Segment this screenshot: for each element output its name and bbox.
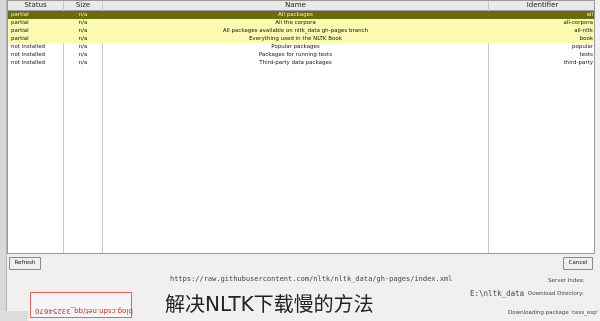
identifier-cell: third-party: [563, 60, 593, 66]
table-row[interactable]: not installed n/a Third-party data package…: [8, 59, 594, 67]
refresh-button[interactable]: Refresh: [9, 257, 41, 270]
status-cell: not installed: [11, 52, 46, 58]
size-cell: n/a: [78, 44, 88, 50]
download-directory-value[interactable]: E:\nltk_data: [470, 289, 524, 298]
size-cell: n/a: [78, 52, 88, 58]
identifier-cell: popular: [572, 44, 593, 50]
column-header-identifier[interactable]: Identifier: [489, 1, 594, 10]
cancel-button[interactable]: Cancel: [563, 257, 593, 270]
progress-status-text: Downloading package 'cess_esp': [508, 310, 599, 316]
name-cell: All packages available on nltk_data gh-p…: [222, 28, 369, 34]
identifier-cell: all-nltk: [574, 28, 593, 34]
watermark-box: blog.csdn.net/qq_33254670: [30, 292, 133, 318]
size-cell: n/a: [78, 36, 88, 42]
size-cell: n/a: [78, 12, 88, 18]
size-cell: n/a: [78, 20, 88, 26]
nltk-downloader-window: Status Size Name Identifier partial n/a Al…: [0, 0, 600, 321]
name-cell: All packages: [278, 12, 313, 18]
table-row[interactable]: not installed n/a Popular packages popular: [8, 43, 594, 51]
identifier-cell: tests: [579, 52, 593, 58]
column-header-status[interactable]: Status: [8, 1, 63, 10]
size-cell: n/a: [78, 28, 88, 34]
status-cell: partial: [11, 20, 29, 26]
status-cell: not installed: [11, 44, 46, 50]
identifier-cell: all-corpora: [563, 20, 593, 26]
status-cell: partial: [11, 28, 29, 34]
status-cell: not installed: [11, 60, 46, 66]
table-row[interactable]: partial n/a All the corpora all-corpora: [8, 19, 594, 27]
size-cell: n/a: [78, 60, 88, 66]
name-cell: Everything used in the NLTK Book: [249, 36, 342, 42]
server-index-url[interactable]: https://raw.githubusercontent.com/nltk/n…: [170, 275, 452, 283]
package-table: Status Size Name Identifier partial n/a Al…: [7, 0, 595, 254]
name-cell: Packages for running tests: [258, 52, 333, 58]
table-row[interactable]: partial n/a Everything used in the NLTK Bo…: [8, 35, 594, 43]
name-cell: Popular packages: [271, 44, 320, 50]
left-scroll-strip: [0, 0, 7, 321]
column-header-name[interactable]: Name: [103, 1, 488, 10]
page-caption: 解决NLTK下载慢的方法: [165, 292, 374, 316]
server-index-label: Server Index:: [548, 278, 585, 284]
corner-patch: [0, 311, 28, 321]
identifier-cell: book: [579, 36, 593, 42]
status-cell: partial: [11, 36, 29, 42]
table-header: Status Size Name Identifier: [8, 1, 594, 11]
name-cell: Third-party data packages: [259, 60, 332, 66]
identifier-cell: all: [586, 12, 593, 18]
watermark-text: blog.csdn.net/qq_33254670: [35, 307, 133, 315]
table-row[interactable]: not installed n/a Packages for running tes…: [8, 51, 594, 59]
name-cell: All the corpora: [275, 20, 316, 26]
table-row[interactable]: partial n/a All packages available on nltk…: [8, 27, 594, 35]
column-header-size[interactable]: Size: [64, 1, 102, 10]
download-directory-label: Download Directory:: [528, 291, 584, 297]
table-row[interactable]: partial n/a All packages all: [8, 11, 594, 19]
status-cell: partial: [11, 12, 29, 18]
